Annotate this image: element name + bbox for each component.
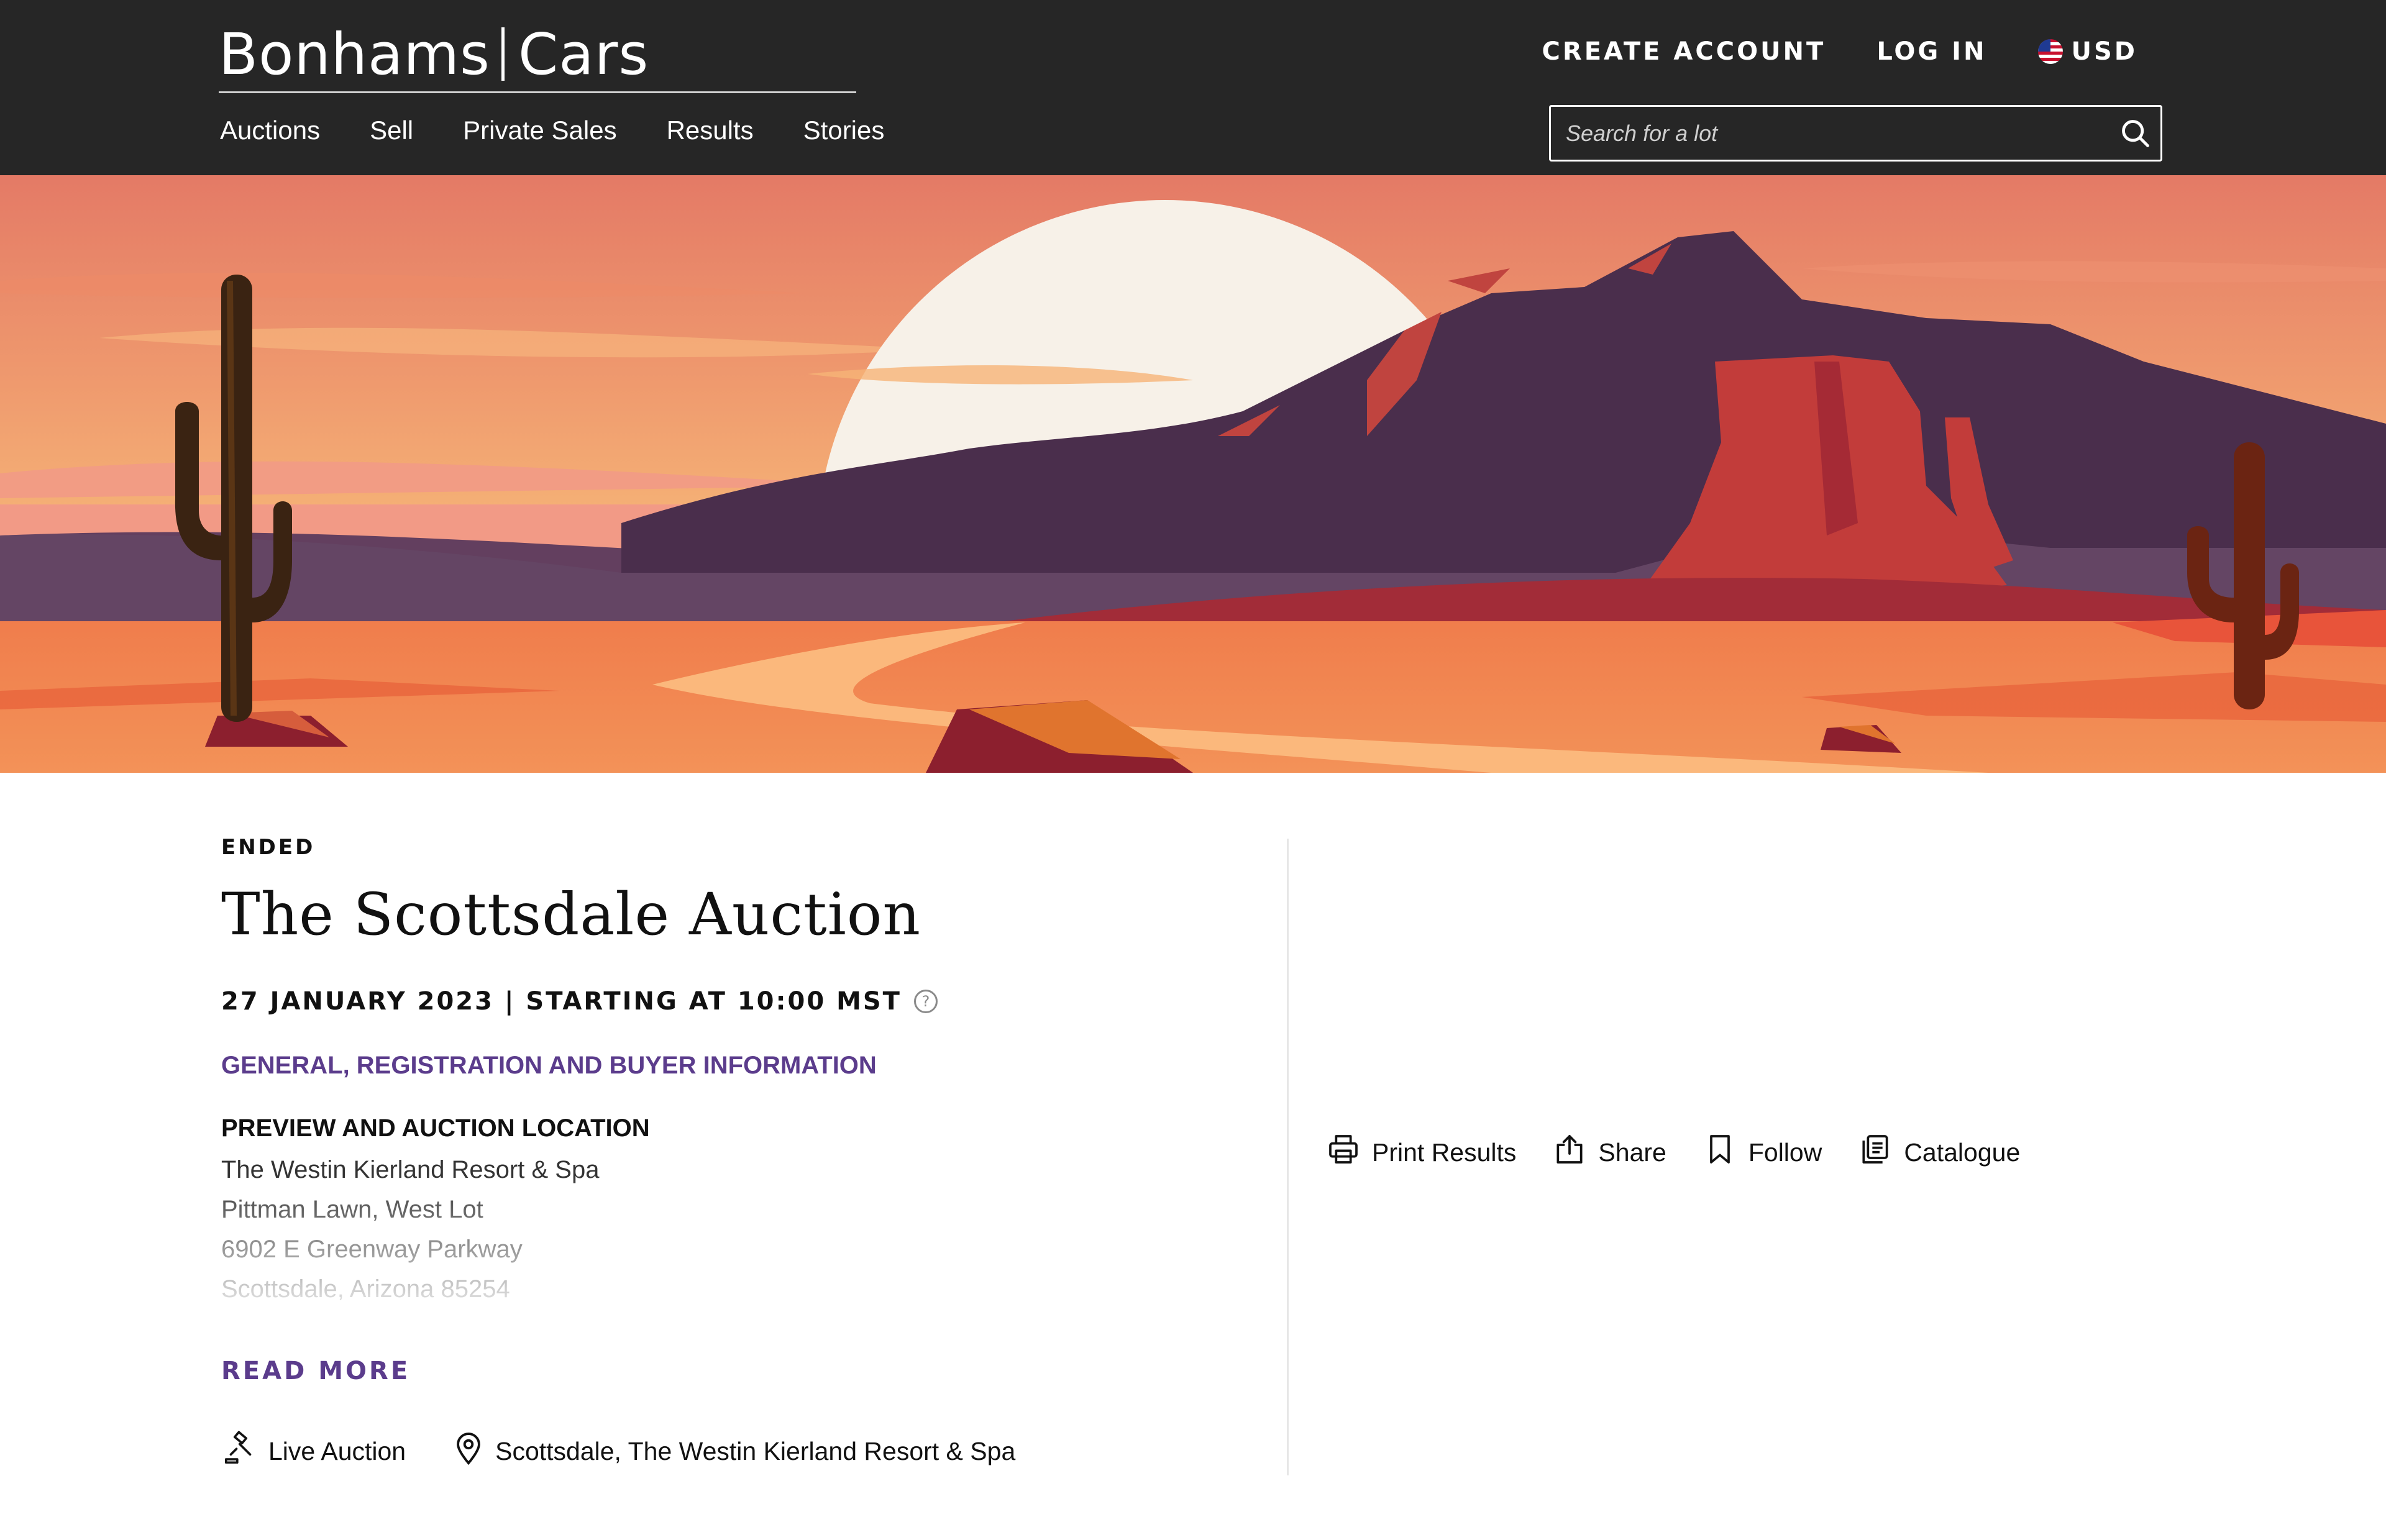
desert-landscape-image: [0, 175, 2386, 773]
address-line: Scottsdale, Arizona 85254: [221, 1275, 510, 1303]
bonhams-cars-logo[interactable]: Bonhams Cars: [219, 15, 856, 93]
create-account-link[interactable]: CREATE ACCOUNT: [1542, 37, 1826, 66]
auction-status: ENDED: [221, 835, 316, 860]
hero-desert-illustration: [0, 175, 2386, 773]
share-icon: [1552, 1132, 1587, 1173]
auction-type-label: Live Auction: [268, 1436, 406, 1465]
address-line: Pittman Lawn, West Lot: [221, 1196, 483, 1223]
location-heading: PREVIEW AND AUCTION LOCATION: [221, 1114, 650, 1142]
search-icon[interactable]: [2111, 109, 2160, 158]
bookmark-icon: [1703, 1132, 1737, 1173]
log-in-link[interactable]: LOG IN: [1876, 37, 1986, 66]
buyer-information-link[interactable]: GENERAL, REGISTRATION AND BUYER INFORMAT…: [221, 1052, 1246, 1080]
page-title: The Scottsdale Auction: [221, 881, 921, 949]
print-results-label: Print Results: [1372, 1137, 1517, 1167]
printer-icon: [1326, 1132, 1361, 1173]
currency-label: USD: [2071, 37, 2137, 66]
site-header: Bonhams Cars Auctions Sell Private Sales…: [0, 0, 2386, 175]
auction-datetime: 27 JANUARY 2023 | STARTING AT 10:00 MST …: [221, 987, 1246, 1016]
catalogue-label: Catalogue: [1904, 1137, 2021, 1167]
catalogue-button[interactable]: Catalogue: [1858, 1132, 2020, 1173]
location-pin-icon: [450, 1429, 487, 1474]
follow-label: Follow: [1748, 1137, 1822, 1167]
search-input[interactable]: [1551, 120, 2111, 147]
auction-type: Live Auction: [221, 1429, 406, 1474]
account-links: CREATE ACCOUNT LOG IN USD: [1542, 37, 2137, 66]
address-line: 6902 E Greenway Parkway: [221, 1236, 523, 1263]
location-address: The Westin Kierland Resort & Spa Pittman…: [221, 1150, 1246, 1318]
auction-details: ENDED The Scottsdale Auction 27 JANUARY …: [221, 835, 1246, 1465]
gavel-icon: [221, 1429, 260, 1474]
print-results-button[interactable]: Print Results: [1326, 1132, 1516, 1173]
nav-stories[interactable]: Stories: [803, 116, 885, 145]
address-line: The Westin Kierland Resort & Spa: [221, 1156, 600, 1183]
read-more-link[interactable]: READ MORE: [221, 1357, 410, 1385]
content-divider: [1287, 839, 1289, 1475]
nav-private-sales[interactable]: Private Sales: [463, 116, 616, 145]
auction-actions: Print Results Share Follow Catalogue: [1326, 1132, 2020, 1173]
main-nav: Auctions Sell Private Sales Results Stor…: [220, 116, 884, 145]
us-flag-icon: [2037, 39, 2063, 64]
logo-separator: [501, 27, 505, 81]
auction-venue: Scottsdale, The Westin Kierland Resort &…: [450, 1429, 1015, 1474]
logo-cars-text: Cars: [518, 21, 649, 88]
search-box: [1549, 105, 2162, 162]
nav-sell[interactable]: Sell: [370, 116, 413, 145]
nav-auctions[interactable]: Auctions: [220, 116, 320, 145]
share-label: Share: [1598, 1137, 1666, 1167]
logo-bonhams-text: Bonhams: [219, 21, 490, 88]
venue-label: Scottsdale, The Westin Kierland Resort &…: [495, 1436, 1016, 1465]
auction-datetime-text: 27 JANUARY 2023 | STARTING AT 10:00 MST: [221, 987, 902, 1016]
logo-underline: [219, 91, 856, 93]
catalogue-icon: [1858, 1132, 1893, 1173]
currency-selector[interactable]: USD: [2037, 37, 2138, 66]
nav-results[interactable]: Results: [667, 116, 754, 145]
follow-button[interactable]: Follow: [1703, 1132, 1822, 1173]
share-button[interactable]: Share: [1552, 1132, 1666, 1173]
auction-meta: Live Auction Scottsdale, The Westin Kier…: [221, 1429, 1015, 1474]
timezone-info-icon[interactable]: ?: [913, 990, 938, 1013]
